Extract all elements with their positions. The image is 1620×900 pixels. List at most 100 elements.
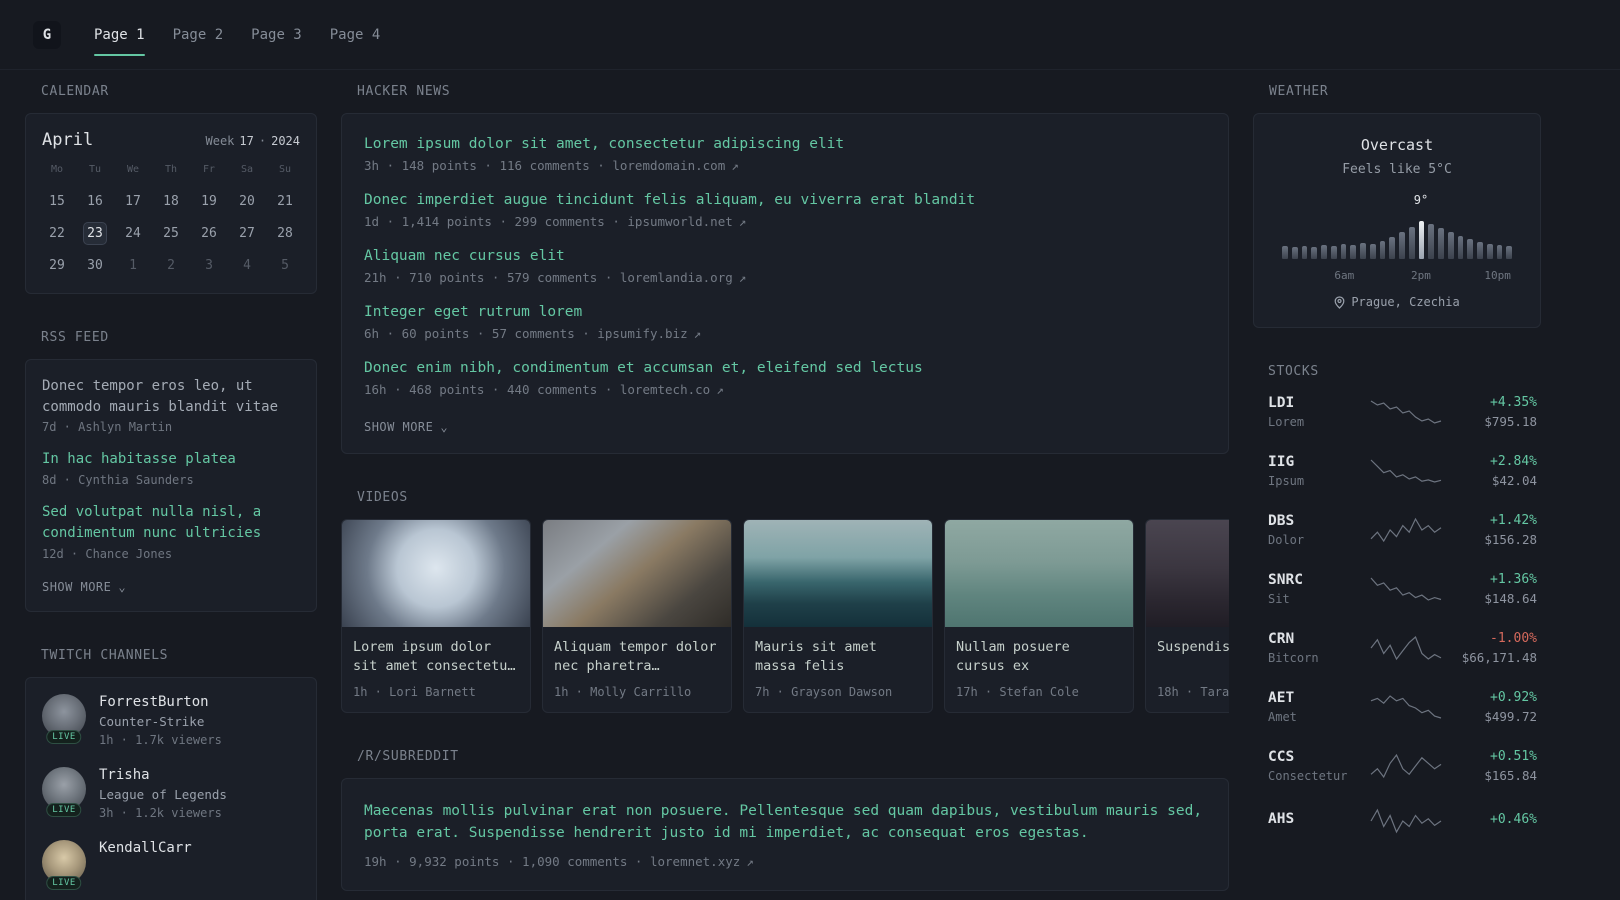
external-link-icon: ↗ [738,270,747,285]
video-title[interactable]: Suspendisse diam [1157,638,1229,676]
stock-identity: CCS Consectetur [1268,749,1362,783]
weather-bar [1282,246,1288,259]
external-link-icon: ↗ [693,326,702,341]
video-thumbnail[interactable] [543,520,731,627]
video-thumbnail[interactable] [342,520,530,627]
calendar-day: 30 [87,257,103,273]
weather-bar [1486,244,1493,259]
hackernews-item-title[interactable]: Integer eget rutrum lorem [364,304,1206,320]
video-thumbnail[interactable] [1146,520,1229,627]
hackernews-show-more-button[interactable]: SHOW MORE ⌄ [364,420,448,434]
weather-chart: 9° [1282,193,1512,259]
calendar-day: 1 [129,257,137,273]
weather-bar [1360,243,1366,259]
weather-axis-label: 6am [1334,269,1355,282]
video-card[interactable]: Aliquam tempor dolor nec pharetra… 1h · … [542,519,732,713]
video-title[interactable]: Mauris sit amet massa felis [755,638,921,676]
stock-row: DBS Dolor +1.42% $156.28 [1253,513,1539,547]
show-more-label: SHOW MORE [364,420,434,434]
video-card[interactable]: Suspendisse diam 18h · Tara [1145,519,1229,713]
video-card[interactable]: Nullam posuere cursus ex 17h · Stefan Co… [944,519,1134,713]
day-of-week-label: Th [164,164,178,175]
stock-row: LDI Lorem +4.35% $795.18 [1253,395,1539,429]
weather-bar [1477,242,1483,259]
video-title[interactable]: Aliquam tempor dolor nec pharetra… [554,638,720,676]
stock-change: +1.36% [1490,572,1537,587]
stock-row: IIG Ipsum +2.84% $42.04 [1253,454,1539,488]
page-tab[interactable]: Page 3 [251,0,302,69]
calendar-day: 19 [201,193,217,209]
weather-bar [1350,245,1356,259]
stock-sparkline-wrap [1362,753,1449,779]
page-tab[interactable]: Page 4 [330,0,381,69]
video-title[interactable]: Nullam posuere cursus ex [956,638,1122,676]
page-tab[interactable]: Page 2 [173,0,224,69]
stock-change: +0.92% [1490,690,1537,705]
stock-identity: AET Amet [1268,690,1362,724]
chevron-down-icon: ⌄ [118,579,127,594]
tab-label: Page 1 [94,26,145,43]
calendar-day: 3 [205,257,213,273]
channel-name: ForrestBurton [99,693,209,710]
stock-change: -1.00% [1490,631,1537,646]
subreddit-post-title[interactable]: Maecenas mollis pulvinar erat non posuer… [364,800,1206,845]
rss-item-title[interactable]: In hac habitasse platea [42,449,300,470]
calendar-day: 22 [49,225,65,241]
subreddit-section: /R/SUBREDDIT Maecenas mollis pulvinar er… [341,749,1229,891]
stock-values: +2.84% $42.04 [1449,454,1537,488]
twitch-channel[interactable]: LIVE KendallCarr [42,839,300,890]
stock-change: +1.42% [1490,513,1537,528]
stock-sparkline-wrap [1362,517,1449,543]
video-meta: 17h · Stefan Cole [956,685,1079,699]
video-title[interactable]: Lorem ipsum dolor sit amet consectetu… [353,638,519,676]
hackernews-list: Lorem ipsum dolor sit amet, consectetur … [364,136,1206,397]
channel-name: KendallCarr [99,839,192,856]
week-number: 17 [239,134,254,148]
stock-identity: SNRC Sit [1268,572,1362,606]
hackernews-item: Aliquam nec cursus elit 21h · 710 points… [364,248,1206,285]
stock-sparkline [1370,635,1441,661]
stock-change: +4.35% [1490,395,1537,410]
stock-identity: IIG Ipsum [1268,454,1362,488]
video-card-body: Suspendisse diam 18h · Tara [1146,627,1229,712]
video-thumbnail[interactable] [945,520,1133,627]
video-card[interactable]: Lorem ipsum dolor sit amet consectetu… 1… [341,519,531,713]
hackernews-item-title[interactable]: Aliquam nec cursus elit [364,248,1206,264]
channel-name: Trisha [99,766,150,783]
twitch-channel[interactable]: LIVE ForrestBurton Counter-Strike 1h · 1… [42,693,300,747]
app-logo[interactable]: G [33,20,61,49]
rss-item-meta: 7d · Ashlyn Martin [42,420,173,435]
twitch-channel[interactable]: LIVE Trisha League of Legends 3h · 1.2k … [42,766,300,820]
external-link-icon: ↗ [731,158,739,173]
hackernews-item-title[interactable]: Lorem ipsum dolor sit amet, consectetur … [364,136,1206,152]
stock-sparkline [1370,517,1441,543]
calendar-month: April [42,130,94,150]
calendar-year: 2024 [271,134,300,148]
twitch-widget: LIVE ForrestBurton Counter-Strike 1h · 1… [25,676,317,900]
stock-price: $499.72 [1484,709,1537,724]
video-card[interactable]: Mauris sit amet massa felis 7h · Grayson… [743,519,933,713]
stock-values: +4.35% $795.18 [1449,395,1537,429]
video-thumbnail[interactable] [744,520,932,627]
stock-values: -1.00% $66,171.48 [1449,631,1537,665]
page-tab[interactable]: Page 1 [94,0,145,69]
stock-symbol: IIG [1268,454,1295,470]
rss-show-more-button[interactable]: SHOW MORE ⌄ [42,580,126,594]
hackernews-item: Donec imperdiet augue tincidunt felis al… [364,192,1206,229]
temperature-label: 9° [1413,193,1429,207]
rss-item-title[interactable]: Donec tempor eros leo, ut commodo mauris… [42,376,300,417]
live-badge: LIVE [46,729,82,744]
hackernews-section: HACKER NEWS Lorem ipsum dolor sit amet, … [341,84,1229,454]
weather-widget: Overcast Feels like 5°C 9° 6am 2pm 10pm Pr… [1253,113,1541,328]
weather-bar [1330,246,1337,259]
stock-sparkline [1369,808,1441,834]
hackernews-item: Lorem ipsum dolor sit amet, consectetur … [364,136,1206,173]
hackernews-item-title[interactable]: Donec imperdiet augue tincidunt felis al… [364,192,1206,208]
channel-game: League of Legends [99,786,227,802]
stock-symbol: SNRC [1268,572,1303,588]
hackernews-item-title[interactable]: Donec enim nibh, condimentum et accumsan… [364,360,1206,376]
rss-item-title[interactable]: Sed volutpat nulla nisl, a condimentum n… [42,502,300,543]
stock-change: +2.84% [1490,454,1537,469]
section-title-videos: VIDEOS [357,490,408,505]
channel-meta: 1h · 1.7k viewers [99,732,222,747]
